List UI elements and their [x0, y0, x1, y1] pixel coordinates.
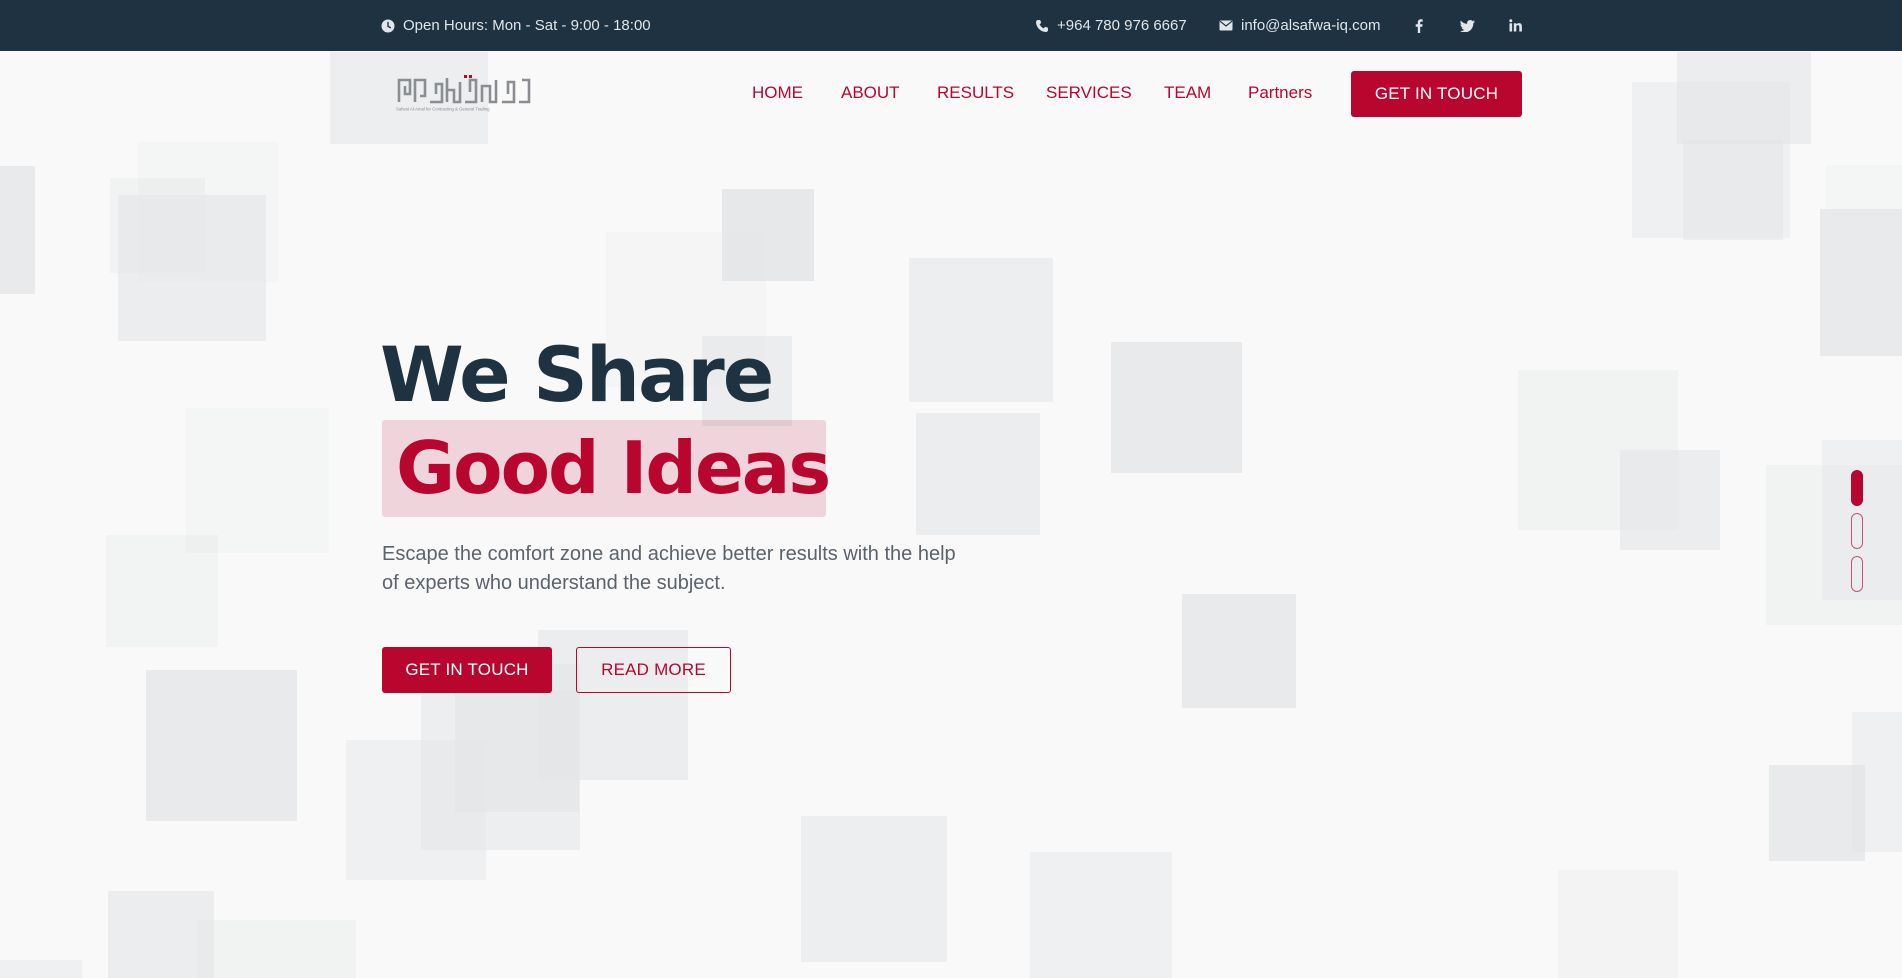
nav-about[interactable]: ABOUT [841, 68, 900, 118]
hero-title-line1: We Share [380, 330, 774, 419]
phone-number: +964 780 976 6667 [1057, 17, 1187, 34]
hero-read-more-button[interactable]: READ MORE [576, 647, 731, 693]
nav-results[interactable]: RESULTS [937, 68, 1014, 118]
phone-contact[interactable]: +964 780 976 6667 [1035, 0, 1187, 51]
open-hours-text: Open Hours: Mon - Sat - 9:00 - 18:00 [403, 17, 651, 34]
open-hours: Open Hours: Mon - Sat - 9:00 - 18:00 [381, 0, 651, 51]
clock-icon [381, 19, 395, 33]
top-info-bar: Open Hours: Mon - Sat - 9:00 - 18:00 +96… [0, 0, 1902, 51]
header-get-in-touch-button[interactable]: GET IN TOUCH [1351, 71, 1522, 117]
facebook-icon[interactable] [1407, 0, 1431, 51]
hero-title-highlight: Good Ideas [382, 420, 831, 517]
slider-dot-2[interactable] [1851, 513, 1863, 549]
hero-subtitle: Escape the comfort zone and achieve bett… [382, 543, 956, 594]
logo-caption: Safwat Al-Amal for Contracting & General… [396, 107, 490, 113]
nav-team[interactable]: TEAM [1164, 68, 1211, 118]
hero-title-line2: Good Ideas [396, 426, 831, 510]
nav-services[interactable]: SERVICES [1046, 68, 1132, 118]
phone-icon [1035, 19, 1049, 33]
email-contact[interactable]: info@alsafwa-iq.com [1219, 0, 1380, 51]
envelope-icon [1219, 20, 1233, 31]
twitter-icon[interactable] [1455, 0, 1479, 51]
company-logo[interactable]: Safwat Al-Amal for Contracting & General… [396, 72, 532, 116]
nav-partners[interactable]: Partners [1248, 68, 1312, 118]
slider-dot-1[interactable] [1851, 470, 1863, 506]
hero-get-in-touch-button[interactable]: GET IN TOUCH [382, 647, 552, 693]
linkedin-icon[interactable] [1503, 0, 1527, 51]
nav-home[interactable]: HOME [752, 68, 803, 118]
email-address: info@alsafwa-iq.com [1241, 17, 1381, 34]
slider-dot-3[interactable] [1851, 556, 1863, 592]
